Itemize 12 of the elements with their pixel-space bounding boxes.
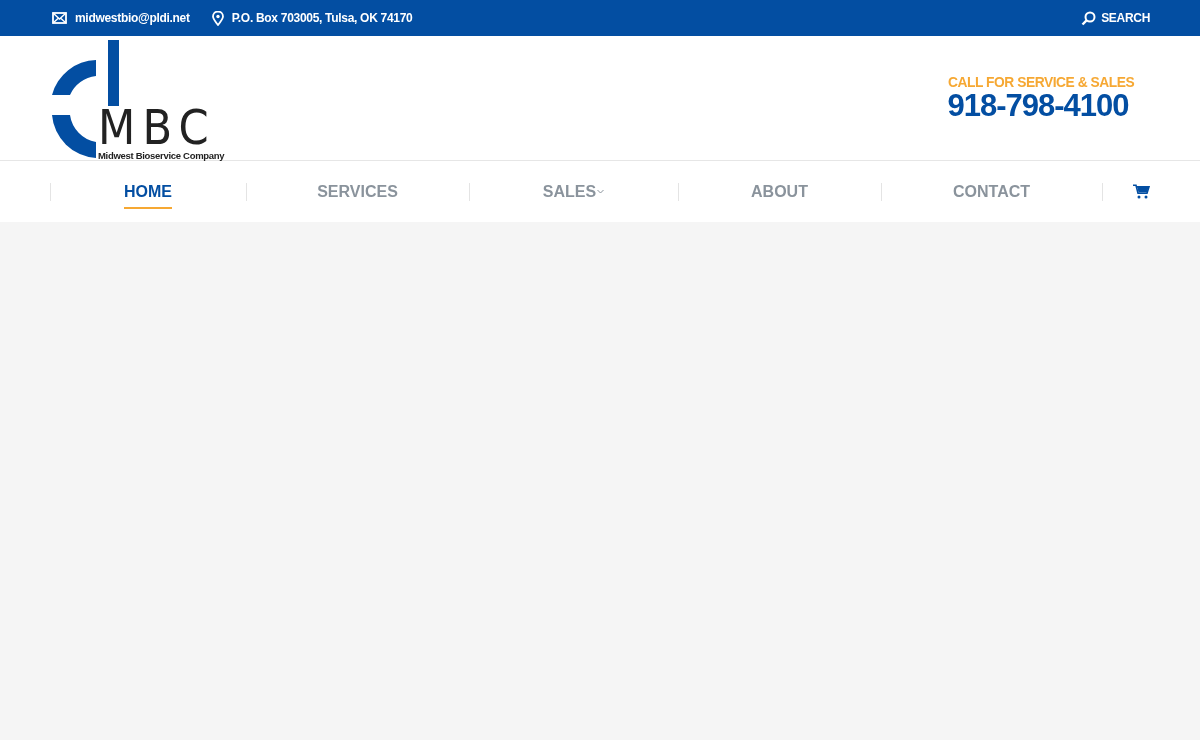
cart-icon[interactable]: [1133, 184, 1150, 199]
search-icon: [1081, 10, 1097, 26]
search-link[interactable]: SEARCH: [1081, 10, 1150, 26]
logo-letters: MBC: [98, 105, 216, 149]
map-pin-icon: [211, 10, 224, 26]
logo-tagline: Midwest Bioservice Company: [98, 150, 225, 160]
nav-link[interactable]: HOME: [124, 176, 172, 209]
call-label: CALL FOR SERVICE & SALES: [947, 73, 1134, 91]
phone-number[interactable]: 918-798-4100: [947, 90, 1150, 123]
envelope-icon: [52, 12, 67, 24]
email-link[interactable]: midwestbio@pldi.net: [75, 11, 190, 25]
address-text: P.O. Box 703005, Tulsa, OK 74170: [231, 11, 413, 25]
